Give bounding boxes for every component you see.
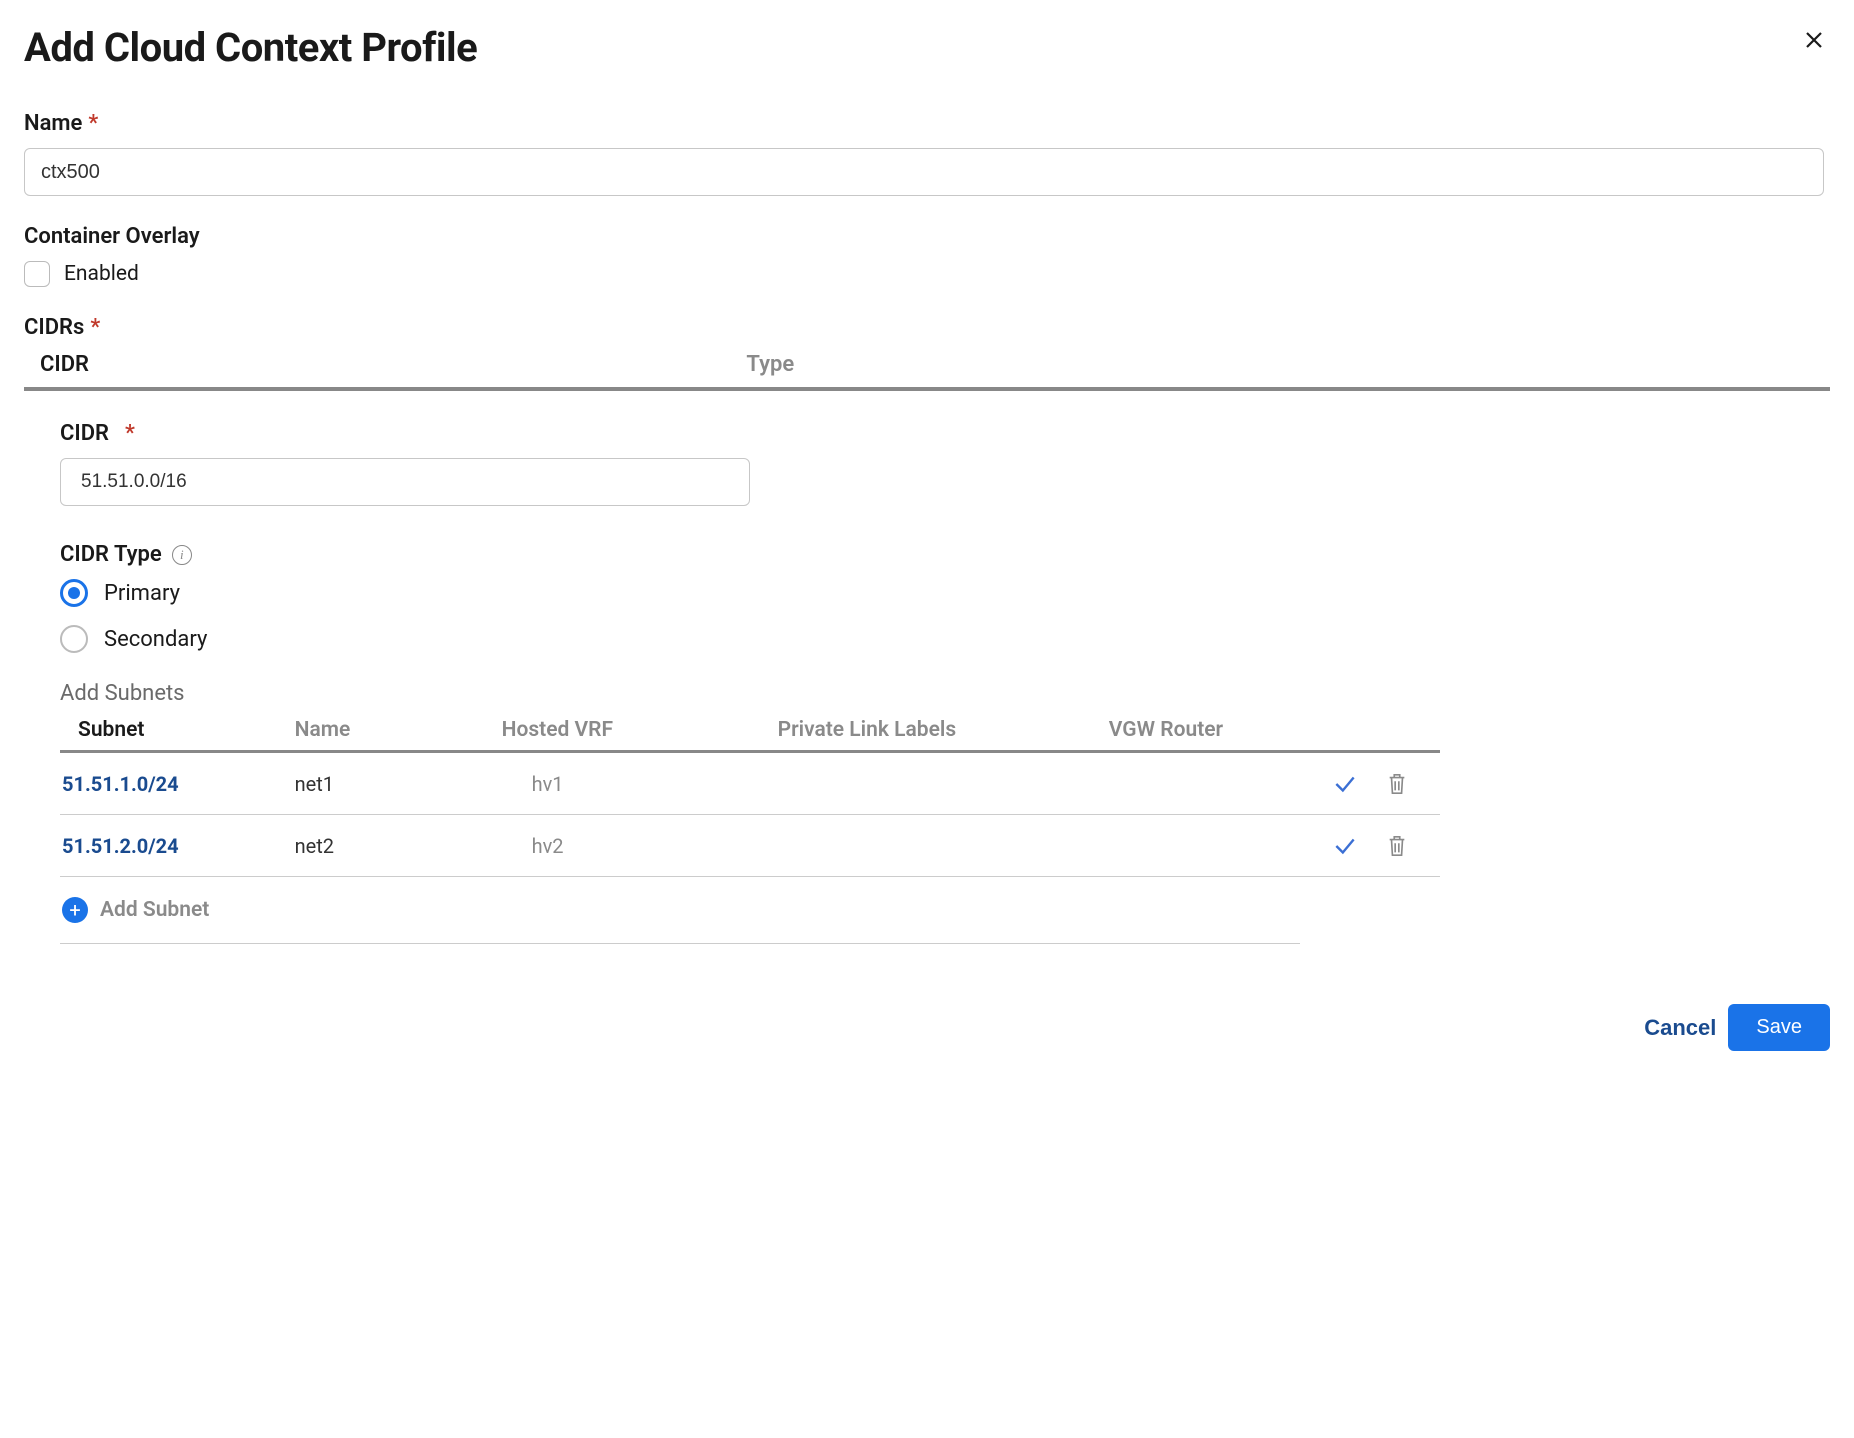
radio-primary[interactable]: Primary — [60, 579, 1504, 607]
trash-icon — [1386, 834, 1408, 858]
close-button[interactable] — [1798, 24, 1830, 56]
subnet-cell-vrf: hv1 — [502, 772, 778, 796]
cidr-type-label: CIDR Type i — [60, 542, 1504, 567]
subnet-row: 51.51.1.0/24 net1 hv1 — [60, 753, 1440, 815]
subnet-row: 51.51.2.0/24 net2 hv2 — [60, 815, 1440, 877]
subnets-header: Subnet Name Hosted VRF Private Link Labe… — [60, 718, 1440, 753]
subnet-cell-name: net2 — [295, 834, 502, 858]
required-marker: * — [90, 315, 100, 340]
subnet-cell-subnet[interactable]: 51.51.1.0/24 — [60, 772, 295, 796]
subnets-col-vgw: VGW Router — [1109, 718, 1302, 742]
required-marker: * — [88, 111, 98, 136]
name-input[interactable] — [24, 148, 1824, 196]
add-subnet-button[interactable]: + Add Subnet — [60, 877, 1300, 944]
subnets-col-pll: Private Link Labels — [778, 718, 1109, 742]
subnets-col-name: Name — [295, 718, 502, 742]
delete-subnet-button[interactable] — [1384, 769, 1410, 799]
subnets-col-vrf: Hosted VRF — [502, 718, 778, 742]
save-button[interactable]: Save — [1728, 1004, 1830, 1051]
confirm-subnet-button[interactable] — [1330, 769, 1360, 799]
delete-subnet-button[interactable] — [1384, 831, 1410, 861]
subnet-cell-name: net1 — [295, 772, 502, 796]
cidr-input[interactable] — [60, 458, 750, 506]
info-icon[interactable]: i — [172, 545, 192, 565]
container-overlay-label: Container Overlay — [24, 224, 1830, 249]
cancel-button[interactable]: Cancel — [1636, 1005, 1724, 1051]
cidrs-table-header: CIDR Type — [24, 352, 1830, 390]
container-overlay-checkbox[interactable] — [24, 261, 50, 287]
modal-title: Add Cloud Context Profile — [24, 24, 477, 71]
trash-icon — [1386, 772, 1408, 796]
radio-secondary-label: Secondary — [104, 627, 207, 652]
cidrs-col-type: Type — [746, 352, 1830, 377]
radio-secondary[interactable]: Secondary — [60, 625, 1504, 653]
plus-icon: + — [62, 897, 88, 923]
cidrs-col-cidr: CIDR — [24, 352, 746, 377]
subnet-cell-subnet[interactable]: 51.51.2.0/24 — [60, 834, 295, 858]
confirm-subnet-button[interactable] — [1330, 831, 1360, 861]
name-label: Name* — [24, 111, 1830, 136]
cidrs-label: CIDRs* — [24, 315, 1830, 340]
subnet-cell-vrf: hv2 — [502, 834, 778, 858]
radio-primary-label: Primary — [104, 581, 180, 606]
close-icon — [1802, 28, 1826, 52]
check-icon — [1332, 833, 1358, 859]
cidr-field-label: CIDR* — [60, 421, 1504, 446]
subnets-col-subnet: Subnet — [60, 718, 295, 742]
container-overlay-enabled-label: Enabled — [64, 262, 139, 286]
required-marker: * — [125, 421, 135, 446]
add-subnets-title: Add Subnets — [60, 681, 1504, 706]
check-icon — [1332, 771, 1358, 797]
radio-primary-indicator — [60, 579, 88, 607]
radio-secondary-indicator — [60, 625, 88, 653]
add-subnet-label: Add Subnet — [100, 898, 209, 922]
